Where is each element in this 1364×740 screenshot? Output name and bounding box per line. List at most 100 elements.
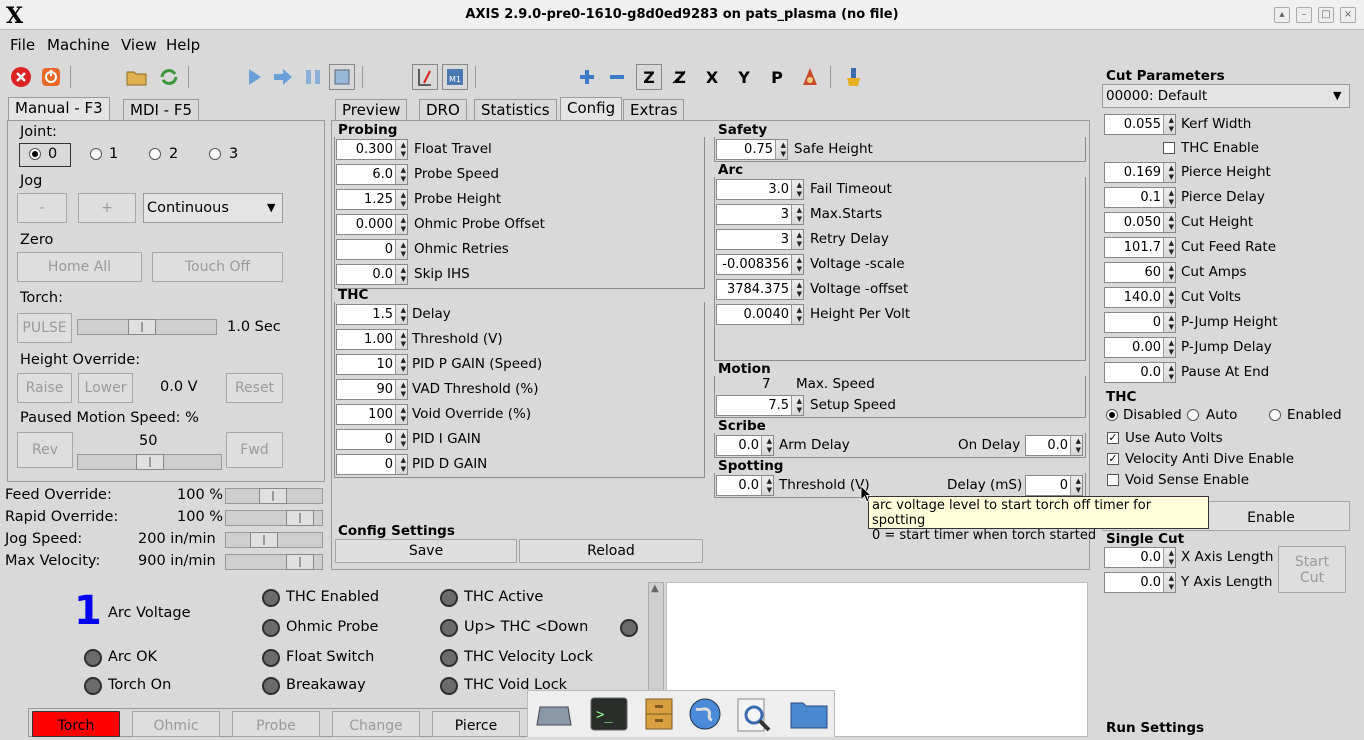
search-icon[interactable] [736, 697, 772, 737]
cut-p-jump-delay-input[interactable]: 0.00 ▲ ▼ [1104, 337, 1176, 358]
pulse-slider[interactable] [77, 319, 217, 335]
cut-pierce-delay-input[interactable]: 0.1 ▲ ▼ [1104, 187, 1176, 208]
thc-enabled-radio[interactable] [1269, 409, 1281, 421]
cut-pierce-height-input[interactable]: 0.169 ▲ ▼ [1104, 162, 1176, 183]
y-axis-length-input[interactable]: 0.0 ▲ ▼ [1104, 572, 1176, 593]
thc-enable-checkbox[interactable] [1163, 142, 1175, 154]
save-button[interactable]: Save [335, 539, 517, 563]
cut-p-jump-height-input[interactable]: 0 ▲ ▼ [1104, 312, 1176, 333]
jog-speed-slider[interactable] [225, 532, 323, 548]
menu-machine[interactable]: Machine [47, 36, 110, 54]
power-icon[interactable] [38, 64, 64, 90]
safe-height-input[interactable]: 0.75 ▲ ▼ [716, 139, 788, 160]
kerf-width-input[interactable]: 0.055 ▲ ▼ [1104, 114, 1176, 135]
scroll-up-icon[interactable]: ▲ [651, 583, 659, 594]
tab-preview[interactable]: Preview [335, 99, 408, 121]
on-delay-input[interactable]: 0.0 ▲ ▼ [1025, 435, 1083, 456]
spot-delay-input[interactable]: 0 ▲ ▼ [1025, 475, 1083, 496]
pulse-button[interactable]: PULSE [17, 313, 72, 343]
zoom-out-icon[interactable] [604, 64, 630, 90]
menu-file[interactable]: File [10, 36, 35, 54]
minimize-icon[interactable]: – [1296, 7, 1312, 23]
thc-void-override-input[interactable]: 100 ▲ ▼ [336, 404, 408, 425]
reload-icon[interactable] [156, 64, 182, 90]
feed-override-slider[interactable] [225, 488, 323, 504]
cut-cut-volts-input[interactable]: 140.0 ▲ ▼ [1104, 287, 1176, 308]
raise-button[interactable]: Raise [17, 373, 72, 403]
block-delete-icon[interactable] [412, 64, 438, 90]
touch-off-button[interactable]: Touch Off [152, 252, 283, 282]
paused-motion-slider[interactable] [77, 454, 222, 470]
close-window-icon[interactable]: × [1340, 7, 1356, 23]
tab-extras[interactable]: Extras [623, 99, 685, 121]
probing-skip-ihs-input[interactable]: 0.0 ▲ ▼ [336, 264, 408, 285]
rev-button[interactable]: Rev [17, 432, 73, 468]
probing-ohmic-retries-input[interactable]: 0 ▲ ▼ [336, 239, 408, 260]
view-x-icon[interactable]: X [699, 64, 725, 90]
arc-voltage-offset-input[interactable]: 3784.375 ▲ ▼ [716, 279, 804, 300]
probing-probe-speed-input[interactable]: 6.0 ▲ ▼ [336, 164, 408, 185]
pause-icon[interactable] [300, 64, 326, 90]
tab-mdi[interactable]: MDI - F5 [123, 99, 200, 121]
cut-cut-amps-input[interactable]: 60 ▲ ▼ [1104, 262, 1176, 283]
status-scrollbar[interactable]: ▲ [648, 582, 664, 702]
arc-retry-delay-input[interactable]: 3 ▲ ▼ [716, 229, 804, 250]
start-cut-button[interactable]: Start Cut [1278, 546, 1346, 593]
thc-vad-threshold-input[interactable]: 90 ▲ ▼ [336, 379, 408, 400]
probing-float-travel-input[interactable]: 0.300 ▲ ▼ [336, 139, 408, 160]
arc-fail-timeout-input[interactable]: 3.0 ▲ ▼ [716, 179, 804, 200]
arc-height-per-volt-input[interactable]: 0.0040 ▲ ▼ [716, 304, 804, 325]
probe-button[interactable]: Probe [232, 711, 320, 737]
view-z2-icon[interactable]: Z̸ [667, 64, 693, 90]
thc-auto-radio[interactable] [1187, 409, 1199, 421]
view-z-icon[interactable]: Z [636, 64, 662, 90]
arc-max-starts-input[interactable]: 3 ▲ ▼ [716, 204, 804, 225]
pulse-slider-thumb[interactable] [128, 319, 156, 335]
jog-mode-select[interactable]: Continuous ▼ [143, 193, 283, 223]
zoom-in-icon[interactable] [574, 64, 600, 90]
shade-icon[interactable]: ▴ [1274, 7, 1290, 23]
thc-pid-p-gain-speed-input[interactable]: 10 ▲ ▼ [336, 354, 408, 375]
joint-3-radio[interactable] [209, 148, 221, 160]
thc-pid-i-gain-input[interactable]: 0 ▲ ▼ [336, 429, 408, 450]
thc-pid-d-gain-input[interactable]: 0 ▲ ▼ [336, 454, 408, 475]
jog-minus-button[interactable]: - [17, 193, 67, 223]
cut-pause-at-end-input[interactable]: 0.0 ▲ ▼ [1104, 362, 1176, 383]
tab-config[interactable]: Config [560, 97, 623, 121]
cut-cut-height-input[interactable]: 0.050 ▲ ▼ [1104, 212, 1176, 233]
feed-override-thumb[interactable] [259, 488, 287, 504]
home-folder-icon[interactable] [790, 699, 828, 733]
x-axis-length-input[interactable]: 0.0 ▲ ▼ [1104, 547, 1176, 568]
tab-statistics[interactable]: Statistics [474, 99, 557, 121]
estop-icon[interactable] [8, 64, 34, 90]
tab-dro[interactable]: DRO [419, 99, 467, 121]
thc-disabled-radio[interactable] [1106, 409, 1118, 421]
joint-0-radio[interactable] [29, 148, 41, 160]
file-cabinet-icon[interactable] [644, 698, 674, 734]
torch-button[interactable]: Torch [32, 711, 120, 737]
menu-help[interactable]: Help [166, 36, 200, 54]
probing-ohmic-probe-offset-input[interactable]: 0.000 ▲ ▼ [336, 214, 408, 235]
rotate-view-icon[interactable] [797, 64, 823, 90]
joint-1-radio[interactable] [90, 148, 102, 160]
reset-button[interactable]: Reset [226, 373, 283, 403]
pierce-button[interactable]: Pierce [432, 711, 520, 737]
desktop-icon[interactable] [536, 701, 572, 733]
joint-2-radio[interactable] [149, 148, 161, 160]
use-auto-volts-checkbox[interactable]: ✓ [1107, 432, 1119, 444]
jog-plus-button[interactable]: + [78, 193, 136, 223]
view-p-icon[interactable]: P [764, 64, 790, 90]
view-y-icon[interactable]: Y [731, 64, 757, 90]
home-all-button[interactable]: Home All [17, 252, 142, 282]
step-icon[interactable] [270, 64, 296, 90]
rapid-override-thumb[interactable] [286, 510, 314, 526]
fwd-button[interactable]: Fwd [226, 432, 283, 468]
thc-threshold-v-input[interactable]: 1.00 ▲ ▼ [336, 329, 408, 350]
jog-speed-thumb[interactable] [250, 532, 278, 548]
void-sense-checkbox[interactable] [1107, 474, 1119, 486]
material-select[interactable]: 00000: Default ▼ [1102, 84, 1350, 108]
open-file-icon[interactable] [124, 64, 150, 90]
spot-threshold-input[interactable]: 0.0 ▲ ▼ [716, 475, 774, 496]
reload-button[interactable]: Reload [519, 539, 703, 563]
optional-stop-icon[interactable]: M1 [442, 64, 468, 90]
